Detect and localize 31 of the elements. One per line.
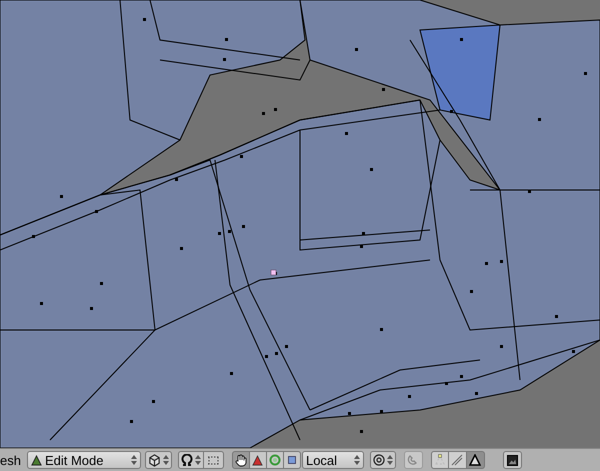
cube-icon xyxy=(148,454,161,466)
updown-arrows-icon xyxy=(194,455,201,465)
pivot-button[interactable] xyxy=(370,451,396,469)
manipulator-toggle[interactable] xyxy=(232,451,250,469)
snap-button[interactable] xyxy=(178,451,204,469)
mode-triangle-icon xyxy=(30,454,42,466)
omega-icon xyxy=(180,454,193,466)
face-select-icon xyxy=(469,454,482,466)
mode-dropdown[interactable]: Edit Mode xyxy=(26,451,141,469)
square-icon xyxy=(288,456,296,464)
draw-type-button[interactable] xyxy=(144,451,172,469)
scale-button[interactable] xyxy=(284,451,301,469)
target-icon xyxy=(372,454,385,466)
hand-icon xyxy=(234,454,247,466)
updown-arrows-icon xyxy=(162,455,169,465)
menu-label[interactable]: esh xyxy=(0,454,27,466)
select-mode-button[interactable] xyxy=(466,451,485,469)
vertex-select-icon xyxy=(434,454,446,466)
edge-select-icon xyxy=(451,454,464,466)
updown-arrows-icon xyxy=(354,455,360,465)
translate-button[interactable] xyxy=(250,451,267,469)
snap-increment-button[interactable] xyxy=(204,451,224,469)
updown-arrows-icon xyxy=(130,455,137,465)
render-button[interactable] xyxy=(502,451,522,469)
dotted-grid-icon xyxy=(206,456,220,464)
triangle-icon xyxy=(252,454,264,466)
picture-icon xyxy=(506,454,518,466)
ring-icon xyxy=(268,454,281,466)
magnet-icon xyxy=(407,454,420,466)
orientation-dropdown[interactable]: Local xyxy=(302,451,364,469)
updown-arrows-icon xyxy=(386,455,393,465)
